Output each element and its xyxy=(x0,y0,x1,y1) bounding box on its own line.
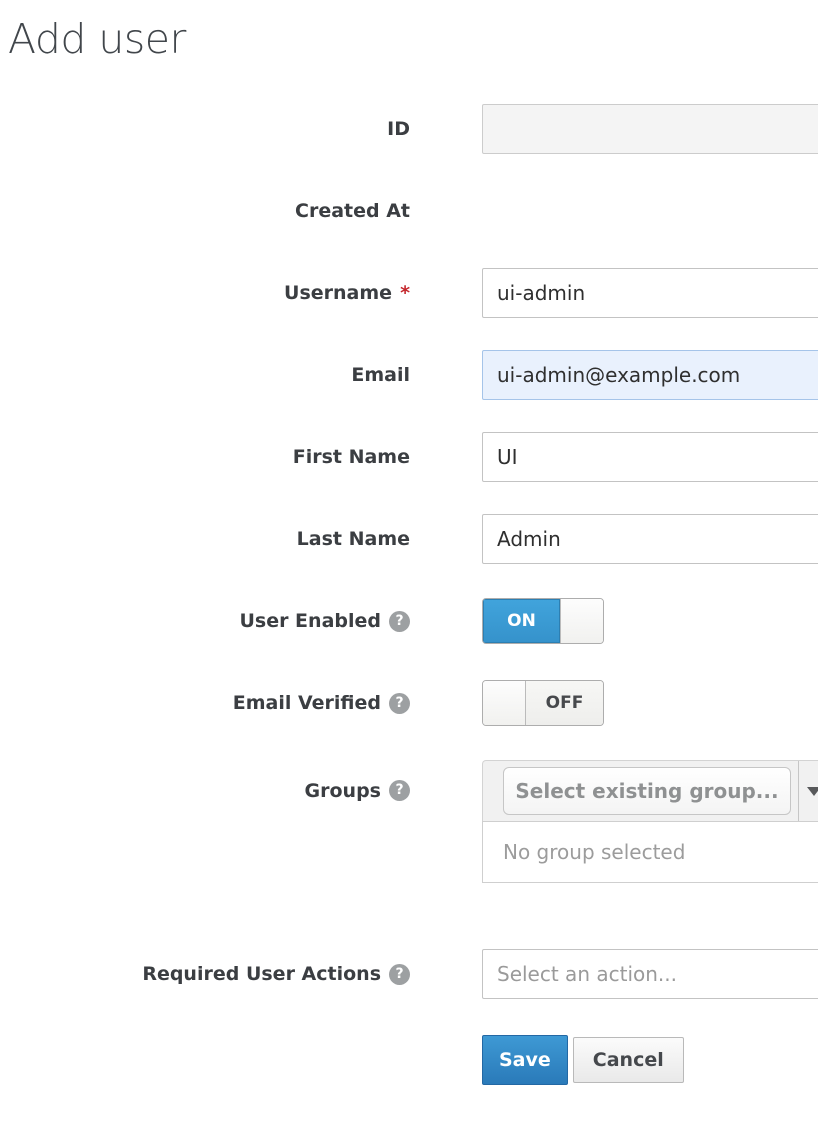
group-select-dropdown-button[interactable] xyxy=(798,761,818,821)
cancel-button[interactable]: Cancel xyxy=(573,1037,684,1083)
first-name-label: First Name xyxy=(293,446,410,468)
save-button[interactable]: Save xyxy=(482,1035,568,1085)
chevron-down-icon xyxy=(807,787,818,796)
last-name-field[interactable] xyxy=(482,514,818,564)
username-field[interactable] xyxy=(482,268,818,318)
form-row-email-verified: Email Verified ? OFF xyxy=(0,678,818,728)
form-row-username: Username * xyxy=(0,268,818,318)
required-asterisk: * xyxy=(400,282,410,304)
toggle-handle xyxy=(483,681,525,725)
last-name-label: Last Name xyxy=(297,528,410,550)
toggle-handle xyxy=(560,599,603,643)
toggle-off-segment: OFF xyxy=(525,681,603,725)
form-row-required-user-actions: Required User Actions ? xyxy=(0,949,818,999)
add-user-form: ID Created At Username * xyxy=(0,104,818,1085)
help-icon[interactable]: ? xyxy=(389,693,410,714)
id-field xyxy=(482,104,818,154)
form-row-created-at: Created At xyxy=(0,186,818,236)
group-select: Select existing group... xyxy=(482,760,818,821)
email-verified-toggle[interactable]: OFF xyxy=(482,680,604,726)
user-enabled-label: User Enabled xyxy=(239,610,381,632)
email-verified-label: Email Verified xyxy=(233,692,381,714)
form-actions: Save Cancel xyxy=(482,1035,818,1085)
form-row-email: Email xyxy=(0,350,818,400)
toggle-on-segment: ON xyxy=(483,599,560,643)
form-row-id: ID xyxy=(0,104,818,154)
required-user-actions-label: Required User Actions xyxy=(142,963,381,985)
groups-label: Groups xyxy=(305,780,381,802)
username-label: Username xyxy=(284,282,392,304)
id-label: ID xyxy=(387,118,410,140)
form-row-last-name: Last Name xyxy=(0,514,818,564)
page-title: Add user xyxy=(8,12,818,66)
form-row-user-enabled: User Enabled ? ON xyxy=(0,596,818,646)
user-enabled-toggle[interactable]: ON xyxy=(482,598,604,644)
add-user-page: Add user ID Created At Username * xyxy=(0,0,818,1085)
select-existing-group-button[interactable]: Select existing group... xyxy=(503,767,791,815)
help-icon[interactable]: ? xyxy=(389,780,410,801)
email-label: Email xyxy=(351,364,410,386)
help-icon[interactable]: ? xyxy=(389,611,410,632)
group-selected-list: No group selected xyxy=(482,821,818,883)
first-name-field[interactable] xyxy=(482,432,818,482)
email-field[interactable] xyxy=(482,350,818,400)
form-row-first-name: First Name xyxy=(0,432,818,482)
form-row-groups: Groups ? Select existing group... No gro… xyxy=(0,760,818,883)
created-at-label: Created At xyxy=(295,200,410,222)
help-icon[interactable]: ? xyxy=(389,964,410,985)
required-user-actions-field[interactable] xyxy=(482,949,818,999)
